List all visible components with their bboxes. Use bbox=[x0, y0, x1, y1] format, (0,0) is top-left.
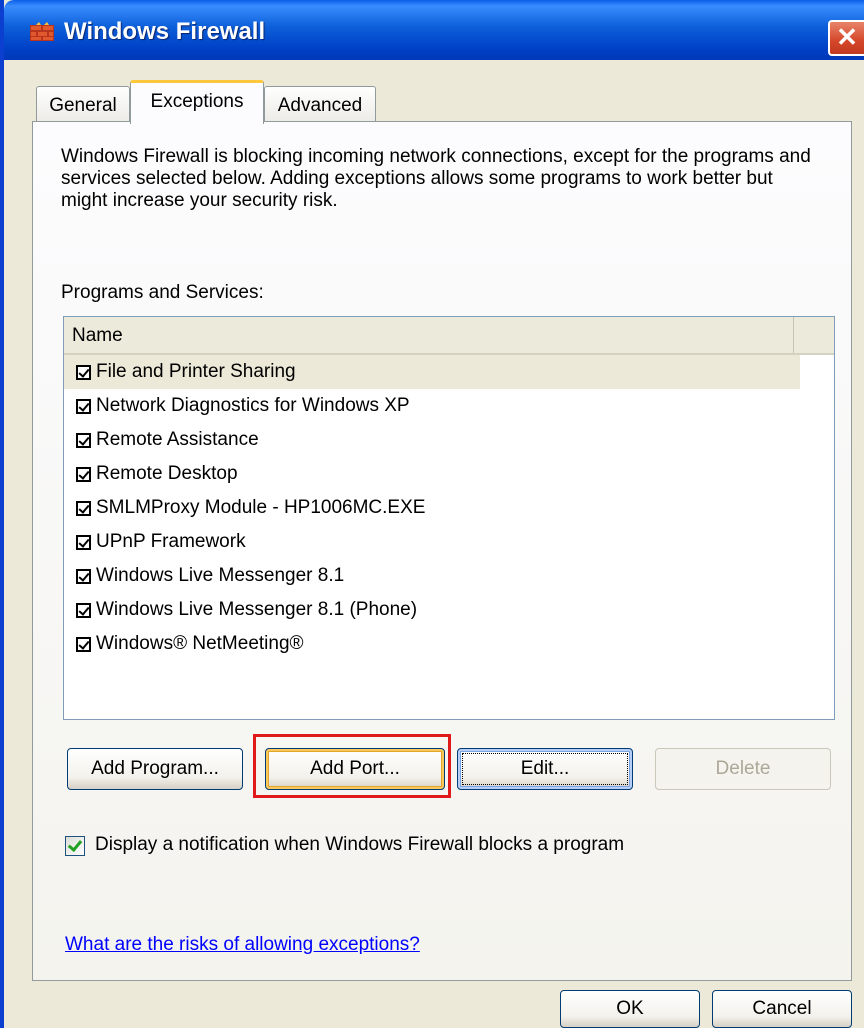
checkbox[interactable] bbox=[76, 569, 91, 584]
tab-advanced[interactable]: Advanced bbox=[264, 86, 376, 122]
list-item-label: Network Diagnostics for Windows XP bbox=[96, 395, 410, 416]
edit-button[interactable]: Edit... bbox=[457, 748, 633, 790]
title-bar[interactable]: Windows Firewall ✕ bbox=[4, 0, 864, 60]
list-item-label: Remote Assistance bbox=[96, 429, 259, 450]
programs-services-label: Programs and Services: bbox=[61, 282, 264, 303]
checkbox[interactable] bbox=[76, 433, 91, 448]
list-item-label: Windows Live Messenger 8.1 (Phone) bbox=[96, 599, 418, 620]
list-item[interactable]: Remote Assistance bbox=[64, 423, 800, 457]
add-port-button[interactable]: Add Port... bbox=[265, 748, 445, 790]
list-item[interactable]: Windows® NetMeeting® bbox=[64, 627, 800, 661]
list-item[interactable]: SMLMProxy Module - HP1006MC.EXE bbox=[64, 491, 800, 525]
list-item[interactable]: File and Printer Sharing bbox=[64, 355, 800, 389]
risks-help-link[interactable]: What are the risks of allowing exception… bbox=[65, 934, 420, 956]
checkbox[interactable] bbox=[76, 603, 91, 618]
windows-firewall-dialog: Windows Firewall ✕ General Exceptions Ad… bbox=[0, 0, 864, 1028]
checkbox[interactable] bbox=[76, 467, 91, 482]
list-item-label: File and Printer Sharing bbox=[96, 361, 296, 382]
list-item-label: UPnP Framework bbox=[96, 531, 246, 552]
notification-label[interactable]: Display a notification when Windows Fire… bbox=[95, 834, 624, 856]
column-header-name[interactable]: Name bbox=[64, 317, 794, 353]
list-item-label: Windows Live Messenger 8.1 bbox=[96, 565, 345, 586]
checkbox[interactable] bbox=[76, 365, 91, 380]
exceptions-panel: Windows Firewall is blocking incoming ne… bbox=[32, 121, 852, 981]
checkbox[interactable] bbox=[76, 399, 91, 414]
notification-checkbox[interactable] bbox=[65, 836, 85, 856]
list-item[interactable]: Windows Live Messenger 8.1 (Phone) bbox=[64, 593, 800, 627]
list-item-label: Remote Desktop bbox=[96, 463, 238, 484]
list-item[interactable]: Network Diagnostics for Windows XP bbox=[64, 389, 800, 423]
add-program-button[interactable]: Add Program... bbox=[67, 748, 243, 790]
focus-rectangle bbox=[462, 753, 628, 785]
list-item[interactable]: UPnP Framework bbox=[64, 525, 800, 559]
intro-text: Windows Firewall is blocking incoming ne… bbox=[61, 146, 811, 211]
list-item[interactable]: Remote Desktop bbox=[64, 457, 800, 491]
cancel-button[interactable]: Cancel bbox=[712, 990, 852, 1028]
close-icon: ✕ bbox=[836, 22, 858, 52]
tab-exceptions[interactable]: Exceptions bbox=[130, 80, 264, 124]
checkbox[interactable] bbox=[76, 501, 91, 516]
firewall-brick-icon bbox=[30, 22, 54, 41]
list-item[interactable]: Windows Live Messenger 8.1 bbox=[64, 559, 800, 593]
checkbox[interactable] bbox=[76, 535, 91, 550]
list-item-label: SMLMProxy Module - HP1006MC.EXE bbox=[96, 497, 426, 518]
close-button[interactable]: ✕ bbox=[828, 20, 864, 56]
tab-general[interactable]: General bbox=[36, 86, 130, 122]
programs-list[interactable]: Name File and Printer Sharing Network Di… bbox=[63, 316, 835, 720]
list-header: Name bbox=[64, 317, 834, 355]
window-title: Windows Firewall bbox=[64, 18, 266, 45]
ok-button[interactable]: OK bbox=[560, 990, 700, 1028]
list-item-label: Windows® NetMeeting® bbox=[96, 633, 304, 654]
delete-button[interactable]: Delete bbox=[655, 748, 831, 790]
checkbox[interactable] bbox=[76, 637, 91, 652]
